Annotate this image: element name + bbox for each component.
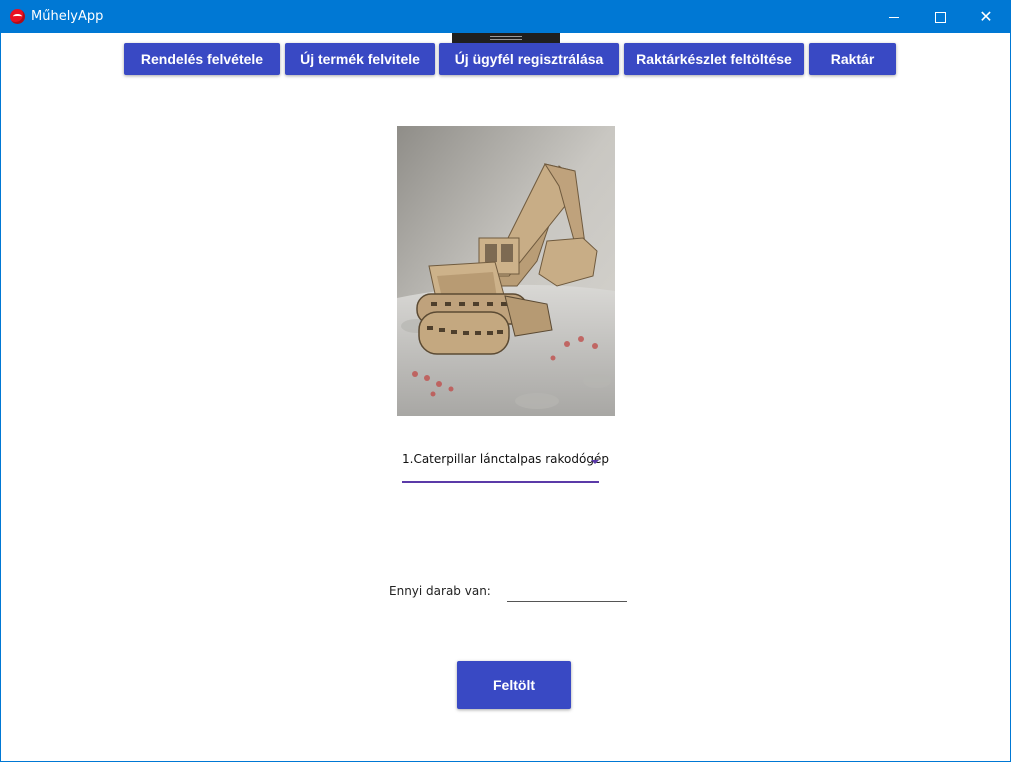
quantity-label: Ennyi darab van: <box>389 584 491 598</box>
maximize-button[interactable] <box>917 1 963 33</box>
drag-handle[interactable] <box>452 33 560 43</box>
close-button[interactable]: ✕ <box>963 1 1009 33</box>
product-select-value: 1.Caterpillar lánctalpas rakodógép <box>402 452 609 466</box>
upload-button[interactable]: Feltölt <box>457 661 571 709</box>
title-bar[interactable]: MűhelyApp ✕ <box>1 1 1010 33</box>
minimize-icon <box>889 16 899 18</box>
nav-button-stock-upload[interactable]: Raktárkészlet feltöltése <box>624 43 804 75</box>
app-window: MűhelyApp ✕ Rendelés felvétele Új termék… <box>0 0 1011 762</box>
quantity-input[interactable] <box>507 581 627 602</box>
nav-button-order-entry[interactable]: Rendelés felvétele <box>124 43 280 75</box>
window-title: MűhelyApp <box>31 9 104 24</box>
product-image <box>397 126 615 416</box>
maximize-icon <box>934 11 946 23</box>
grip-line-icon <box>490 39 522 40</box>
select-underline <box>402 481 599 483</box>
chevron-down-icon <box>591 460 599 464</box>
wooden-excavator-photo-icon <box>397 126 615 416</box>
product-select[interactable]: 1.Caterpillar lánctalpas rakodógép <box>402 449 609 483</box>
nav-button-new-product[interactable]: Új termék felvitele <box>285 43 435 75</box>
close-icon: ✕ <box>979 7 993 26</box>
nav-button-warehouse[interactable]: Raktár <box>809 43 896 75</box>
app-logo-icon <box>10 9 25 24</box>
grip-line-icon <box>490 36 522 37</box>
nav-button-new-customer[interactable]: Új ügyfél regisztrálása <box>439 43 619 75</box>
minimize-button[interactable] <box>871 1 917 33</box>
